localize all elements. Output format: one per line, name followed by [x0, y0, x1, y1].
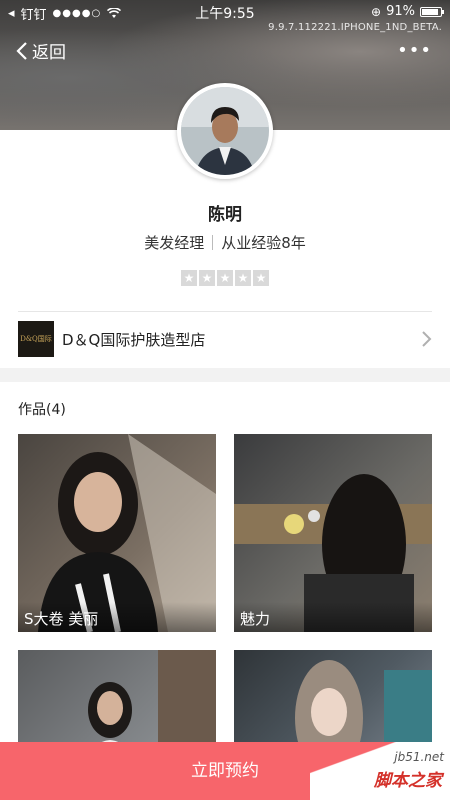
- work-caption: S大卷 美丽: [18, 602, 216, 632]
- work-tile[interactable]: S大卷 美丽: [18, 434, 216, 632]
- status-bar: ◂ 钉钉 ●●●●○ 上午9:55 ⊕ 91%: [0, 0, 450, 24]
- star-icon: ★: [235, 270, 251, 286]
- star-icon: ★: [199, 270, 215, 286]
- work-caption: 魅力: [234, 602, 432, 632]
- chevron-left-icon: [16, 41, 27, 60]
- chevron-right-icon: [422, 331, 432, 347]
- avatar[interactable]: [177, 83, 273, 179]
- battery-percent: 91%: [386, 4, 415, 19]
- subtitle-divider: [212, 235, 214, 250]
- star-icon: ★: [253, 270, 269, 286]
- status-right: ⊕ 91%: [371, 4, 444, 19]
- watermark-text: 脚本之家: [374, 771, 442, 791]
- more-button[interactable]: •••: [397, 40, 432, 61]
- stylist-subtitle: 美发经理 从业经验8年: [0, 232, 450, 253]
- orientation-lock-icon: ⊕: [371, 4, 382, 19]
- rating-stars: ★ ★ ★ ★ ★: [181, 270, 269, 286]
- stylist-name: 陈明: [208, 205, 242, 225]
- battery-icon: [420, 6, 444, 17]
- works-title: 作品(4): [18, 402, 66, 418]
- section-gap: [0, 368, 450, 382]
- stylist-title: 美发经理: [144, 234, 205, 252]
- store-row[interactable]: D&Q国际 D＆Q国际护肤造型店: [0, 318, 450, 362]
- avatar-photo: [181, 87, 269, 175]
- back-button[interactable]: 返回: [16, 38, 66, 63]
- work-tile[interactable]: 魅力: [234, 434, 432, 632]
- build-version: 9.9.7.112221.IPHONE_1ND_BETA.: [268, 22, 442, 33]
- divider: [18, 311, 432, 312]
- star-icon: ★: [217, 270, 233, 286]
- stylist-experience: 从业经验8年: [221, 234, 306, 252]
- store-name: D＆Q国际护肤造型店: [62, 331, 206, 349]
- watermark-url: jb51.net: [394, 750, 444, 764]
- star-icon: ★: [181, 270, 197, 286]
- back-label: 返回: [32, 43, 66, 63]
- store-logo: D&Q国际: [18, 321, 54, 357]
